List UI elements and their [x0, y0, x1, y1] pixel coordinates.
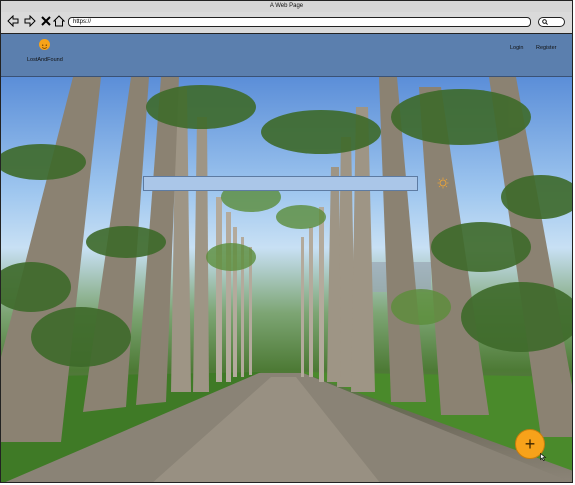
back-button[interactable] [6, 14, 19, 28]
hero-search-bar[interactable] [143, 176, 418, 191]
login-link[interactable]: Login [510, 45, 523, 51]
cursor-icon [540, 453, 547, 461]
smiley-icon[interactable] [39, 39, 50, 50]
browser-window: A Web Page https:// LostAndFound Login R… [0, 0, 573, 483]
browser-search-field[interactable] [538, 17, 565, 27]
home-icon [52, 15, 65, 27]
forward-button[interactable] [23, 14, 36, 28]
address-bar[interactable]: https:// [68, 17, 531, 27]
palm-avenue-illustration [1, 77, 572, 482]
stop-button[interactable] [39, 14, 52, 28]
site-header: LostAndFound Login Register [1, 34, 572, 77]
search-icon [542, 19, 548, 25]
hero-image [1, 77, 572, 482]
site-logo-text[interactable]: LostAndFound [27, 57, 63, 63]
forward-arrow-icon [24, 15, 36, 27]
browser-toolbar: https:// [1, 12, 572, 34]
back-arrow-icon [6, 15, 18, 27]
window-title: A Web Page [269, 3, 304, 9]
register-link[interactable]: Register [536, 45, 556, 51]
close-icon [40, 16, 51, 26]
sun-icon[interactable] [437, 177, 449, 189]
home-button[interactable] [52, 14, 65, 28]
